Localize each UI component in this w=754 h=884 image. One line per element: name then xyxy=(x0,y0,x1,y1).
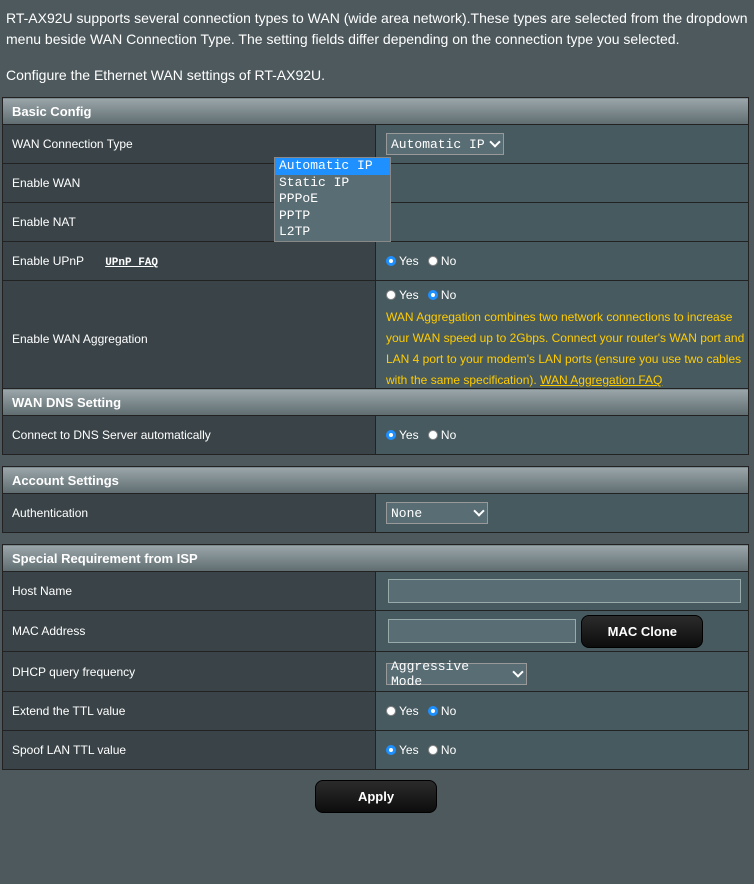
radio-selected-icon xyxy=(427,290,438,300)
radio-no-label: No xyxy=(440,703,457,718)
aggregation-note: WAN Aggregation combines two network con… xyxy=(386,303,748,397)
radio-no-label: No xyxy=(440,742,457,757)
account-settings-header: Account Settings xyxy=(2,466,749,494)
radio-no-label: No xyxy=(440,427,457,442)
host-name-input[interactable] xyxy=(388,579,741,603)
radio-unselected-icon xyxy=(427,255,438,266)
spoof-ttl-label: Spoof LAN TTL value xyxy=(2,730,376,770)
dns-yes-radio[interactable]: Yes xyxy=(386,428,419,442)
wan-type-option[interactable]: L2TP xyxy=(275,224,390,241)
chevron-down-icon xyxy=(473,505,485,517)
intro-description: RT-AX92U supports several connection typ… xyxy=(6,10,748,47)
radio-selected-icon xyxy=(386,255,396,266)
upnp-faq-link[interactable]: UPnP FAQ xyxy=(105,257,158,269)
aggregation-yes-radio[interactable]: Yes xyxy=(386,288,419,302)
wan-type-dropdown[interactable]: Automatic IP Static IP PPPoE PPTP L2TP xyxy=(274,157,391,242)
host-name-label: Host Name xyxy=(2,571,376,611)
wan-type-option[interactable]: Automatic IP xyxy=(275,158,390,175)
dns-no-radio[interactable]: No xyxy=(427,427,457,442)
authentication-value: None xyxy=(391,505,423,521)
authentication-label: Authentication xyxy=(2,493,376,533)
mac-address-label: MAC Address xyxy=(2,610,376,652)
dhcp-query-value: Aggressive Mode xyxy=(391,658,470,689)
aggregation-label: Enable WAN Aggregation xyxy=(2,280,376,398)
basic-config-table: Basic Config WAN Connection Type Automat… xyxy=(2,97,749,398)
aggregation-faq-link[interactable]: WAN Aggregation FAQ xyxy=(540,373,662,387)
wan-type-select[interactable]: Automatic IP xyxy=(386,133,504,155)
radio-unselected-icon xyxy=(386,290,396,300)
radio-yes-label: Yes xyxy=(399,253,419,268)
upnp-yes-radio[interactable]: Yes xyxy=(386,254,419,268)
isp-table: Special Requirement from ISP Host Name M… xyxy=(2,544,749,770)
enable-upnp-label-cell: Enable UPnP UPnP FAQ xyxy=(2,241,376,281)
wan-type-option[interactable]: PPTP xyxy=(275,208,390,225)
wan-dns-header: WAN DNS Setting xyxy=(2,388,749,416)
mac-address-input[interactable] xyxy=(388,619,576,643)
radio-unselected-icon xyxy=(386,705,396,716)
radio-no-label: No xyxy=(440,288,457,302)
radio-yes-label: Yes xyxy=(399,742,419,757)
apply-button[interactable]: Apply xyxy=(315,780,437,813)
dns-auto-label: Connect to DNS Server automatically xyxy=(2,415,376,455)
chevron-down-icon xyxy=(512,665,524,678)
radio-no-label: No xyxy=(440,253,457,268)
mac-clone-button[interactable]: MAC Clone xyxy=(581,614,704,648)
authentication-select[interactable]: None xyxy=(386,502,488,524)
intro-configure: Configure the Ethernet WAN settings of R… xyxy=(6,67,326,83)
radio-unselected-icon xyxy=(427,429,438,440)
wan-type-option[interactable]: Static IP xyxy=(275,175,390,192)
radio-yes-label: Yes xyxy=(399,703,419,718)
spoof-no-radio[interactable]: No xyxy=(427,742,457,757)
radio-selected-icon xyxy=(386,429,396,440)
radio-unselected-icon xyxy=(427,744,438,755)
chevron-down-icon xyxy=(489,136,501,148)
radio-yes-label: Yes xyxy=(399,288,419,302)
wan-type-value: Automatic IP xyxy=(391,136,485,152)
extend-ttl-label: Extend the TTL value xyxy=(2,691,376,731)
radio-selected-icon xyxy=(427,705,438,716)
enable-upnp-label: Enable UPnP xyxy=(12,253,84,268)
intro-text: RT-AX92U supports several connection typ… xyxy=(6,8,751,86)
radio-yes-label: Yes xyxy=(399,427,419,442)
basic-config-header: Basic Config xyxy=(2,97,749,125)
dhcp-query-label: DHCP query frequency xyxy=(2,651,376,692)
ttl-no-radio[interactable]: No xyxy=(427,703,457,718)
upnp-no-radio[interactable]: No xyxy=(427,253,457,268)
isp-header: Special Requirement from ISP xyxy=(2,544,749,572)
dhcp-query-select[interactable]: Aggressive Mode xyxy=(386,659,527,689)
spoof-yes-radio[interactable]: Yes xyxy=(386,743,419,757)
ttl-yes-radio[interactable]: Yes xyxy=(386,704,419,718)
wan-type-option[interactable]: PPPoE xyxy=(275,191,390,208)
account-settings-table: Account Settings Authentication None xyxy=(2,466,749,533)
radio-selected-icon xyxy=(386,744,396,755)
wan-dns-table: WAN DNS Setting Connect to DNS Server au… xyxy=(2,388,749,455)
aggregation-no-radio[interactable]: No xyxy=(427,288,457,302)
